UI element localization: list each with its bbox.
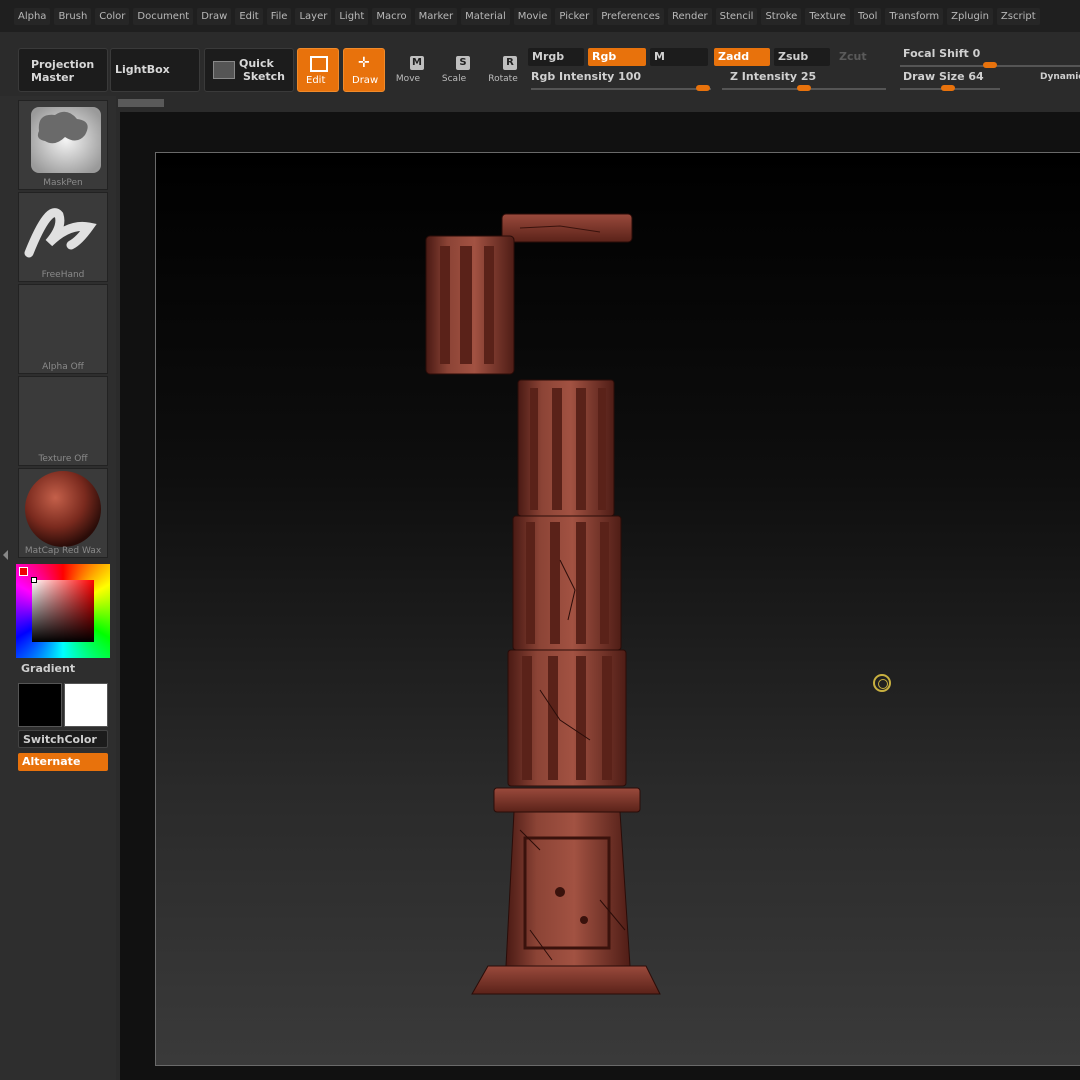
draw-size-slider[interactable]: Draw Size 64 — [903, 70, 984, 83]
rotate-icon[interactable]: R — [503, 56, 517, 70]
lightbox-label: LightBox — [115, 63, 170, 76]
menu-item-stroke[interactable]: Stroke — [761, 7, 802, 25]
toolbar: Projection Master LightBox Quick Sketch … — [0, 32, 1080, 96]
menu-item-file[interactable]: File — [266, 7, 292, 25]
focal-shift-slider[interactable]: Focal Shift 0 — [903, 47, 980, 60]
edit-button[interactable]: Edit — [297, 48, 339, 92]
draw-icon: ✛ — [358, 55, 370, 71]
menu-item-layer[interactable]: Layer — [295, 7, 332, 25]
move-icon[interactable]: M — [410, 56, 424, 70]
canvas-scroll-thumb[interactable] — [118, 99, 164, 107]
focal-shift-knob[interactable] — [983, 62, 997, 68]
edit-label: Edit — [306, 75, 326, 86]
rgb-intensity-knob[interactable] — [696, 85, 710, 91]
z-intensity-slider[interactable]: Z Intensity 25 — [730, 70, 816, 83]
color-picker[interactable] — [16, 564, 110, 658]
menu-item-picker[interactable]: Picker — [555, 7, 594, 25]
z-intensity-knob[interactable] — [797, 85, 811, 91]
move-label[interactable]: Move — [386, 74, 430, 84]
z-intensity-label: Z Intensity — [730, 70, 798, 83]
rgb-intensity-value: 100 — [618, 70, 642, 83]
texture-name: Texture Off — [38, 454, 88, 464]
secondary-color-swatch[interactable] — [64, 683, 108, 727]
projection-master-label-2: Master — [31, 71, 75, 84]
rgb-intensity-label: Rgb Intensity — [531, 70, 615, 83]
zcut-button[interactable]: Zcut — [835, 48, 885, 66]
hue-marker — [19, 567, 28, 576]
draw-label: Draw — [352, 75, 379, 86]
mrgb-button[interactable]: Mrgb — [528, 48, 584, 66]
zsub-button[interactable]: Zsub — [774, 48, 830, 66]
material-name: MatCap Red Wax — [24, 546, 102, 556]
menu-item-edit[interactable]: Edit — [235, 7, 263, 25]
scale-label[interactable]: Scale — [432, 74, 476, 84]
projection-master-button[interactable]: Projection Master — [18, 48, 108, 92]
alpha-name: Alpha Off — [42, 362, 84, 372]
menu-item-color[interactable]: Color — [95, 7, 130, 25]
matcap-red-wax-icon — [25, 471, 101, 547]
rgb-intensity-slider[interactable]: Rgb Intensity 100 — [531, 70, 641, 83]
menu-item-draw[interactable]: Draw — [197, 7, 232, 25]
scale-icon[interactable]: S — [456, 56, 470, 70]
menu-item-brush[interactable]: Brush — [54, 7, 92, 25]
focal-shift-value: 0 — [972, 47, 981, 60]
document-canvas[interactable] — [155, 152, 1080, 1066]
edit-icon — [310, 56, 328, 72]
quick-sketch-button[interactable]: Quick Sketch — [204, 48, 294, 92]
menu-item-document[interactable]: Document — [133, 7, 194, 25]
draw-size-value: 64 — [968, 70, 984, 83]
menu-item-movie[interactable]: Movie — [513, 7, 552, 25]
menu-item-stencil[interactable]: Stencil — [715, 7, 758, 25]
m-button[interactable]: M — [650, 48, 708, 66]
brush-slot[interactable]: MaskPen — [18, 100, 108, 190]
menu-item-zscript[interactable]: Zscript — [996, 7, 1040, 25]
menu-item-light[interactable]: Light — [335, 7, 369, 25]
primary-color-swatch[interactable] — [18, 683, 62, 727]
focal-shift-label: Focal Shift — [903, 47, 969, 60]
menu-item-zplugin[interactable]: Zplugin — [947, 7, 993, 25]
dynamic-button[interactable]: Dynamic — [1036, 70, 1080, 88]
draw-button[interactable]: ✛ Draw — [343, 48, 385, 92]
collapse-arrow-icon[interactable] — [3, 550, 8, 560]
quick-sketch-label-1: Quick — [239, 57, 274, 70]
menu-item-render[interactable]: Render — [668, 7, 712, 25]
material-slot[interactable]: MatCap Red Wax — [18, 468, 108, 558]
stroke-slot[interactable]: FreeHand — [18, 192, 108, 282]
gradient-label: Gradient — [21, 662, 76, 675]
menu-item-texture[interactable]: Texture — [805, 7, 850, 25]
menu-item-tool[interactable]: Tool — [853, 7, 882, 25]
menu-item-alpha[interactable]: Alpha — [14, 7, 51, 25]
lightbox-button[interactable]: LightBox — [110, 48, 200, 92]
brush-name: MaskPen — [43, 178, 83, 188]
stroke-name: FreeHand — [41, 270, 85, 280]
color-marker — [31, 577, 37, 583]
draw-size-knob[interactable] — [941, 85, 955, 91]
menu-bar: Alpha Brush Color Document Draw Edit File Layer… — [0, 0, 1080, 32]
zadd-button[interactable]: Zadd — [714, 48, 770, 66]
quick-sketch-label-2: Sketch — [243, 70, 286, 83]
left-shelf: MaskPen FreeHand Alpha Off Texture Off M… — [0, 96, 116, 1080]
switch-color-button[interactable]: SwitchColor — [18, 730, 108, 748]
color-saturation-square[interactable] — [32, 580, 94, 642]
freehand-stroke-icon — [24, 208, 97, 258]
rotate-label[interactable]: Rotate — [481, 74, 525, 84]
brush-cursor-icon — [873, 674, 891, 692]
alternate-button[interactable]: Alternate — [18, 753, 108, 771]
projection-master-label-1: Projection — [31, 58, 95, 71]
menu-item-preferences[interactable]: Preferences — [597, 7, 665, 25]
menu-item-marker[interactable]: Marker — [414, 7, 458, 25]
maskpen-brush-icon — [31, 107, 101, 173]
z-intensity-value: 25 — [800, 70, 817, 83]
menu-item-macro[interactable]: Macro — [372, 7, 411, 25]
menu-item-transform[interactable]: Transform — [885, 7, 944, 25]
quick-sketch-icon — [213, 61, 235, 79]
rgb-button[interactable]: Rgb — [588, 48, 646, 66]
texture-slot[interactable]: Texture Off — [18, 376, 108, 466]
menu-item-material[interactable]: Material — [461, 7, 510, 25]
alpha-slot[interactable]: Alpha Off — [18, 284, 108, 374]
rgb-intensity-track[interactable] — [531, 88, 711, 90]
draw-size-label: Draw Size — [903, 70, 965, 83]
